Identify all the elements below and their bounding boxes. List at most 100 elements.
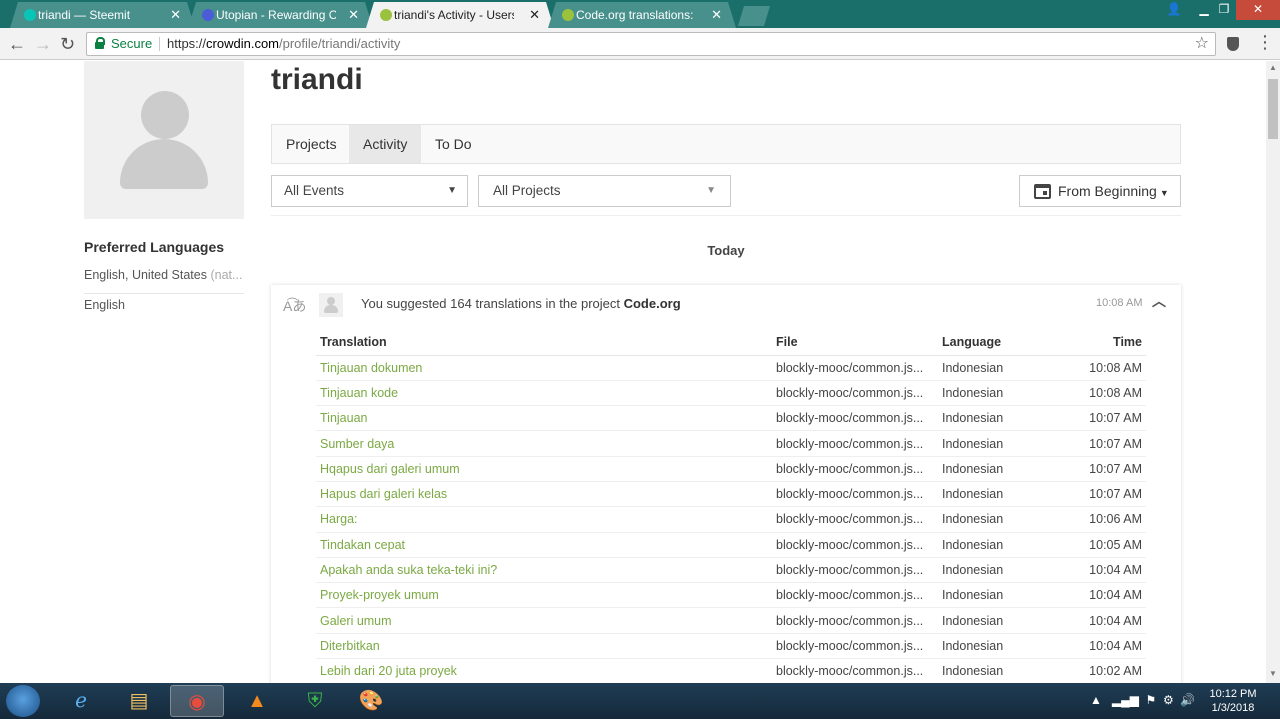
- date-range-button[interactable]: From Beginning ▼: [1019, 175, 1181, 207]
- translation-link[interactable]: Sumber daya: [316, 430, 772, 457]
- address-bar[interactable]: Secure https://crowdin.com/profile/trian…: [86, 32, 1216, 56]
- translation-link[interactable]: Galeri umum: [316, 607, 772, 634]
- time-cell: 10:04 AM: [1048, 582, 1146, 609]
- file-cell: blockly-mooc/common.js...: [772, 430, 938, 457]
- window-close-icon[interactable]: ✕: [1236, 0, 1280, 20]
- language-item: English, United States (nat...: [84, 268, 244, 294]
- forward-arrow-icon[interactable]: →: [34, 34, 52, 54]
- browser-tab-codeorg[interactable]: Code.org translations: co ✕: [548, 2, 736, 28]
- shield-app-icon[interactable]: ⛨: [288, 685, 342, 717]
- translation-link[interactable]: Lebih dari 20 juta proyek: [316, 658, 772, 683]
- table-row: Hapus dari galeri kelas blockly-mooc/comm…: [316, 481, 1146, 508]
- browser-menu-icon[interactable]: ⋮: [1256, 32, 1274, 52]
- paint-icon[interactable]: 🎨: [344, 685, 398, 717]
- volume-icon[interactable]: 🔊: [1180, 693, 1195, 707]
- browser-tab-activity[interactable]: triandi's Activity - Users ✕: [366, 2, 554, 28]
- file-cell: blockly-mooc/common.js...: [772, 506, 938, 533]
- language-list: English, United States (nat... English: [84, 268, 244, 324]
- tab-projects[interactable]: Projects: [272, 125, 351, 163]
- day-label: Today: [707, 243, 745, 258]
- windows-start-button[interactable]: [6, 685, 40, 717]
- projects-filter-select[interactable]: All Projects ▼: [478, 175, 731, 207]
- language-cell: Indonesian: [938, 456, 1048, 482]
- page-scrollbar[interactable]: ▲ ▼: [1266, 61, 1280, 683]
- file-cell: blockly-mooc/common.js...: [772, 607, 938, 634]
- language-cell: Indonesian: [938, 430, 1048, 457]
- tab-activity[interactable]: Activity: [349, 125, 422, 163]
- translation-link[interactable]: Diterbitkan: [316, 633, 772, 660]
- activity-event-card: A͡あ You suggested 164 translations in th…: [271, 285, 1181, 683]
- chrome-icon[interactable]: ◉: [170, 685, 224, 717]
- preferred-languages-title: Preferred Languages: [84, 239, 225, 255]
- language-cell: Indonesian: [938, 532, 1048, 558]
- internet-explorer-icon[interactable]: ℯ: [54, 685, 108, 717]
- translation-link[interactable]: Tinjauan: [316, 405, 772, 432]
- bookmark-star-icon[interactable]: ☆: [1195, 33, 1209, 55]
- projects-filter-value: All Projects: [493, 183, 561, 198]
- url-path: /profile/triandi/activity: [279, 36, 401, 51]
- translation-link[interactable]: Harga:: [316, 506, 772, 533]
- signal-icon[interactable]: ▂▄▆: [1112, 693, 1139, 707]
- browser-tab-utopian[interactable]: Utopian - Rewarding Op ✕: [188, 2, 373, 28]
- time-cell: 10:07 AM: [1048, 430, 1146, 457]
- lock-icon: [95, 37, 105, 50]
- file-explorer-icon[interactable]: ▤: [112, 685, 166, 717]
- network-icon[interactable]: ⚙: [1163, 693, 1174, 707]
- close-tab-icon[interactable]: ✕: [529, 2, 540, 28]
- file-cell: blockly-mooc/common.js...: [772, 582, 938, 609]
- column-header-language: Language: [938, 329, 1048, 356]
- event-summary-text: You suggested 164 translations in the pr…: [361, 296, 624, 311]
- table-row: Tinjauan blockly-mooc/common.js... Indones…: [316, 405, 1146, 432]
- time-cell: 10:07 AM: [1048, 481, 1146, 508]
- avatar-head: [327, 297, 335, 305]
- translation-link[interactable]: Apakah anda suka teka-teki ini?: [316, 557, 772, 584]
- file-cell: blockly-mooc/common.js...: [772, 658, 938, 683]
- table-row: Tinjauan dokumen blockly-mooc/common.js..…: [316, 355, 1146, 381]
- events-filter-select[interactable]: All Events ▼: [271, 175, 468, 207]
- filter-divider: [271, 215, 1181, 216]
- language-cell: Indonesian: [938, 380, 1048, 407]
- scroll-down-icon[interactable]: ▼: [1269, 669, 1277, 678]
- translation-link[interactable]: Proyek-proyek umum: [316, 582, 772, 609]
- flag-icon[interactable]: ⚑: [1146, 693, 1157, 707]
- table-row: Apakah anda suka teka-teki ini? blockly-m…: [316, 557, 1146, 584]
- file-cell: blockly-mooc/common.js...: [772, 633, 938, 660]
- tray-expand-icon[interactable]: ▲: [1090, 693, 1102, 707]
- user-profile-icon[interactable]: 👤: [1160, 0, 1188, 20]
- table-row: Tindakan cepat blockly-mooc/common.js... I…: [316, 532, 1146, 558]
- close-tab-icon[interactable]: ✕: [348, 2, 359, 28]
- restore-icon[interactable]: ❐: [1210, 0, 1238, 20]
- close-tab-icon[interactable]: ✕: [170, 2, 181, 28]
- time-cell: 10:04 AM: [1048, 607, 1146, 634]
- event-project-link[interactable]: Code.org: [624, 296, 681, 311]
- caret-down-icon: ▼: [706, 185, 716, 196]
- taskbar-clock[interactable]: 10:12 PM 1/3/2018: [1200, 687, 1266, 715]
- browser-tab-steemit[interactable]: triandi — Steemit ✕: [10, 2, 195, 28]
- scroll-up-icon[interactable]: ▲: [1269, 63, 1277, 72]
- translation-link[interactable]: Hqapus dari galeri umum: [316, 456, 772, 482]
- table-row: Galeri umum blockly-mooc/common.js... Indo…: [316, 607, 1146, 634]
- scroll-thumb[interactable]: [1268, 79, 1278, 139]
- url-text[interactable]: https://crowdin.com/profile/triandi/acti…: [167, 33, 400, 55]
- table-row: Sumber daya blockly-mooc/common.js... Indo…: [316, 430, 1146, 457]
- reload-icon[interactable]: ↻: [60, 34, 75, 54]
- event-time: 10:08 AM: [1096, 297, 1143, 309]
- caret-down-icon: ▼: [1159, 188, 1169, 198]
- crowdin-favicon-icon: [380, 9, 392, 21]
- tab-todo[interactable]: To Do: [421, 125, 486, 163]
- new-tab-button[interactable]: [738, 6, 770, 26]
- close-tab-icon[interactable]: ✕: [711, 2, 722, 28]
- avatar-head: [141, 91, 189, 139]
- time-cell: 10:04 AM: [1048, 633, 1146, 660]
- translation-link[interactable]: Tinjauan kode: [316, 380, 772, 407]
- shield-extension-icon[interactable]: [1227, 37, 1239, 51]
- vlc-icon[interactable]: ▲: [230, 685, 284, 717]
- translation-link[interactable]: Tindakan cepat: [316, 532, 772, 558]
- translation-link[interactable]: Tinjauan dokumen: [316, 355, 772, 381]
- back-arrow-icon[interactable]: ←: [8, 34, 26, 54]
- chevron-up-icon[interactable]: ︿: [1152, 291, 1166, 311]
- file-cell: blockly-mooc/common.js...: [772, 481, 938, 508]
- translation-link[interactable]: Hapus dari galeri kelas: [316, 481, 772, 508]
- translations-table-body: Tinjauan dokumen blockly-mooc/common.js..…: [316, 355, 1146, 683]
- url-host: crowdin.com: [206, 36, 279, 51]
